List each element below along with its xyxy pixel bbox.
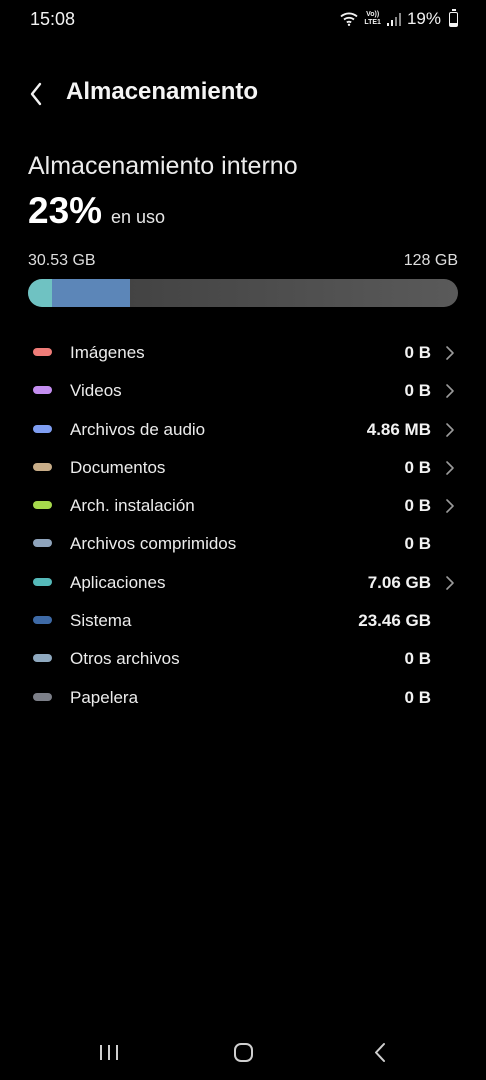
category-color-dot xyxy=(33,539,52,548)
category-label: Archivos comprimidos xyxy=(70,534,237,554)
recent-apps-icon xyxy=(100,1045,118,1060)
category-color-dot xyxy=(33,654,52,663)
category-label: Papelera xyxy=(70,687,139,707)
category-value: 0 B xyxy=(404,496,431,516)
category-value: 0 B xyxy=(404,687,431,707)
category-value: 0 B xyxy=(404,649,431,669)
home-icon xyxy=(234,1043,253,1062)
category-label: Videos xyxy=(70,381,122,401)
category-color-dot xyxy=(33,348,52,356)
signal-icon xyxy=(386,12,401,26)
usage-label: en uso xyxy=(111,207,166,227)
category-value: 7.06 GB xyxy=(367,572,431,592)
battery-percent: 19% xyxy=(406,9,441,28)
category-color-dot xyxy=(33,462,52,471)
total-amount: 128 GB xyxy=(403,252,458,269)
usage-percent: 23% xyxy=(28,190,103,231)
category-item: Archivos comprimidos 0 B xyxy=(0,525,486,563)
category-color-dot xyxy=(33,577,52,586)
category-value: 0 B xyxy=(404,343,431,362)
back-arrow-icon xyxy=(30,82,42,106)
recent-apps-button[interactable] xyxy=(87,1036,131,1070)
usage-bar-segment xyxy=(51,279,131,307)
category-label: Imágenes xyxy=(70,343,145,362)
category-label: Documentos xyxy=(70,457,166,477)
chevron-right-icon xyxy=(446,575,454,590)
category-item[interactable]: Documentos 0 B xyxy=(0,449,486,487)
category-value: 0 B xyxy=(404,534,431,554)
category-item[interactable]: Archivos de audio 4.86 MB xyxy=(0,411,486,449)
category-item: Papelera 0 B xyxy=(0,679,486,717)
chevron-right-icon xyxy=(446,422,454,437)
category-item[interactable]: Arch. instalación 0 B xyxy=(0,487,486,525)
category-label: Archivos de audio xyxy=(70,419,206,439)
category-color-dot xyxy=(33,616,52,625)
category-label: Otros archivos xyxy=(70,649,180,669)
storage-usage-bar xyxy=(28,279,458,307)
category-value: 23.46 GB xyxy=(358,611,431,631)
category-color-dot xyxy=(33,692,52,701)
category-color-dot xyxy=(33,424,52,433)
category-value: 4.86 MB xyxy=(366,419,431,439)
category-item: Otros archivos 0 B xyxy=(0,640,486,678)
nav-back-icon xyxy=(375,1043,385,1062)
chevron-right-icon xyxy=(446,499,454,513)
category-item[interactable]: Imágenes 0 B xyxy=(0,334,486,372)
nav-back-button[interactable] xyxy=(358,1036,402,1070)
wifi-icon xyxy=(340,12,358,26)
category-color-dot xyxy=(33,501,52,510)
category-item: Sistema 23.46 GB xyxy=(0,602,486,640)
chevron-right-icon xyxy=(446,346,454,360)
battery-icon xyxy=(449,8,458,27)
category-color-dot xyxy=(33,386,52,395)
storage-title: Almacenamiento interno xyxy=(28,152,298,180)
category-item[interactable]: Videos 0 B xyxy=(0,372,486,410)
home-button[interactable] xyxy=(221,1036,265,1070)
category-label: Arch. instalación xyxy=(70,496,195,516)
navigation-bar xyxy=(0,1030,486,1076)
status-time: 15:08 xyxy=(30,9,76,29)
used-amount: 30.53 GB xyxy=(28,252,96,269)
volte-icon: Vo)) LTE1 xyxy=(364,11,381,26)
category-value: 0 B xyxy=(404,381,431,401)
back-button[interactable] xyxy=(20,74,54,110)
status-icons: Vo)) LTE1 19% xyxy=(340,8,458,29)
category-label: Sistema xyxy=(70,611,132,631)
category-value: 0 B xyxy=(404,457,431,477)
category-item[interactable]: Aplicaciones 7.06 GB xyxy=(0,564,486,602)
status-bar: 15:08 Vo)) LTE1 19% xyxy=(0,0,486,40)
page-title: Almacenamiento xyxy=(66,78,259,105)
chevron-right-icon xyxy=(446,461,454,475)
chevron-right-icon xyxy=(446,384,454,399)
app-header: Almacenamiento xyxy=(0,70,486,114)
category-label: Aplicaciones xyxy=(70,572,166,592)
usage-bar-segment xyxy=(28,279,52,307)
category-list: Imágenes 0 B Videos 0 B Archivos de audio 4.8… xyxy=(0,334,486,717)
